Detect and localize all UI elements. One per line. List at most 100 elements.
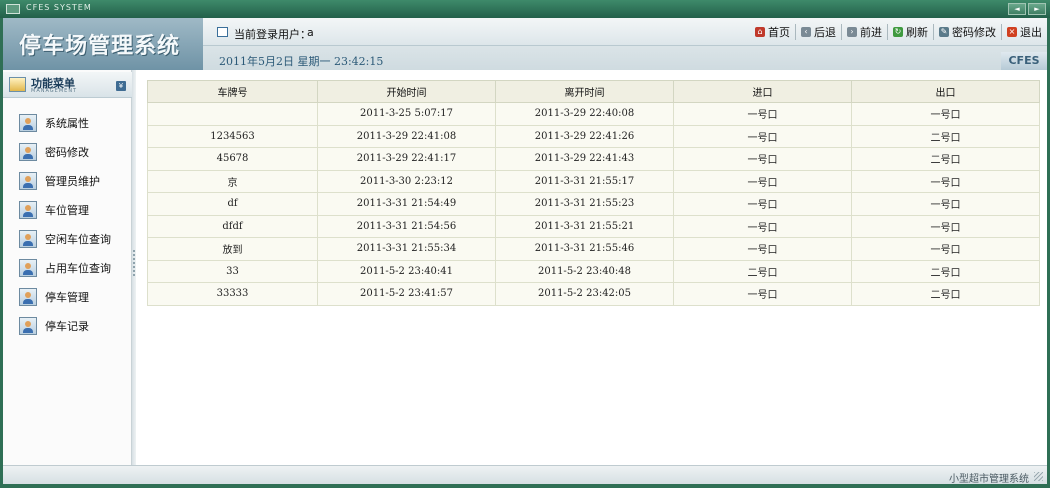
- user-icon: [19, 200, 37, 219]
- user-icon: [19, 113, 37, 132]
- table-cell: 一号口: [851, 169, 1040, 193]
- collapse-icon[interactable]: ¥: [116, 81, 126, 91]
- status-bar: 小型超市管理系统: [3, 465, 1047, 485]
- table-cell: 2011-3-30 2:23:12: [317, 169, 496, 193]
- current-user-name: a: [307, 26, 314, 39]
- parking-records-table: 车牌号 开始时间 离开时间 进口 出口 2011-3-25 5:07:17 2011-3-…: [147, 80, 1040, 306]
- window-controls: ◄ ►: [1008, 3, 1046, 15]
- top-toolbar: ⌂ 首页 ‹ 后退 › 前进 ↻ 刷新 ✎ 密码修改 × 退出: [750, 24, 1047, 40]
- prev-window-button[interactable]: ◄: [1008, 3, 1026, 15]
- table-cell: 一号口: [851, 214, 1040, 238]
- table-cell: 2011-3-31 21:55:23: [495, 192, 674, 216]
- table-cell: 2011-5-2 23:42:05: [495, 282, 674, 306]
- sidebar-item[interactable]: 车位管理: [3, 195, 132, 224]
- table-row[interactable]: 45678 2011-3-29 22:41:17 2011-3-29 22:41:4…: [147, 147, 1040, 171]
- status-text: 小型超市管理系统: [949, 474, 1029, 485]
- sidebar-item-label: 管理员维护: [45, 174, 100, 188]
- window-titlebar: CFES SYSTEM ◄ ►: [0, 0, 1050, 18]
- app-header: 停车场管理系统 当前登录用户： a ⌂ 首页 ‹ 后退 › 前进 ↻ 刷新 ✎ 密码修改 × 退出 2…: [3, 18, 1047, 70]
- user-icon: [19, 171, 37, 190]
- column-header: 离开时间: [495, 80, 674, 103]
- table-row[interactable]: 1234563 2011-3-29 22:41:08 2011-3-29 22:41…: [147, 124, 1040, 148]
- sidebar-item[interactable]: 占用车位查询: [3, 253, 132, 282]
- user-icon: [19, 316, 37, 335]
- user-icon: [19, 258, 37, 277]
- table-cell: 33: [147, 259, 318, 283]
- table-cell: 1234563: [147, 124, 318, 148]
- table-row[interactable]: 33 2011-5-2 23:40:41 2011-5-2 23:40:48 二号口二…: [147, 259, 1040, 283]
- sidebar-item[interactable]: 管理员维护: [3, 166, 132, 195]
- table-row[interactable]: 2011-3-25 5:07:17 2011-3-29 22:40:08 一号口 一号…: [147, 102, 1040, 126]
- back-icon: ‹: [801, 27, 811, 37]
- window-icon: [217, 27, 228, 37]
- table-cell: 45678: [147, 147, 318, 171]
- sidebar-item[interactable]: 系统属性: [3, 108, 132, 137]
- toolbar-edit-button[interactable]: ✎ 密码修改: [933, 24, 1001, 40]
- sidebar-item[interactable]: 空闲车位查询: [3, 224, 132, 253]
- table-row[interactable]: df 2011-3-31 21:54:49 2011-3-31 21:55:23 一号…: [147, 192, 1040, 216]
- column-header: 车牌号: [147, 80, 318, 103]
- table-cell: df: [147, 192, 318, 216]
- sidebar-item-label: 停车管理: [45, 290, 89, 304]
- sidebar-item-label: 空闲车位查询: [45, 232, 111, 246]
- table-cell: 2011-3-31 21:55:34: [317, 237, 496, 261]
- table-cell: dfdf: [147, 214, 318, 238]
- toolbar-forward-button[interactable]: › 前进: [841, 24, 887, 40]
- table-cell: 一号口: [851, 192, 1040, 216]
- sidebar-item-label: 车位管理: [45, 203, 89, 217]
- sidebar-item-label: 密码修改: [45, 145, 89, 159]
- table-row[interactable]: 33333 2011-5-2 23:41:57 2011-5-2 23:42:05 一…: [147, 282, 1040, 306]
- current-user-label: 当前登录用户：: [234, 28, 311, 41]
- table-cell: 一号口: [673, 124, 852, 148]
- table-cell: 2011-3-29 22:41:43: [495, 147, 674, 171]
- table-row[interactable]: dfdf 2011-3-31 21:54:56 2011-3-31 21:55:21…: [147, 214, 1040, 238]
- table-body: 2011-3-25 5:07:17 2011-3-29 22:40:08 一号口 一号…: [147, 102, 1040, 306]
- toolbar-refresh-button[interactable]: ↻ 刷新: [887, 24, 933, 40]
- toolbar-label: 首页: [768, 26, 790, 39]
- sidebar-item[interactable]: 密码修改: [3, 137, 132, 166]
- splitter-grip[interactable]: [133, 250, 135, 276]
- home-icon: ⌂: [755, 27, 765, 37]
- table-cell: 一号口: [851, 102, 1040, 126]
- table-cell: 2011-3-25 5:07:17: [317, 102, 496, 126]
- table-cell: 2011-5-2 23:41:57: [317, 282, 496, 306]
- app-logo: 停车场管理系统: [19, 34, 181, 59]
- table-cell: 2011-3-31 21:54:49: [317, 192, 496, 216]
- current-datetime: 2011年5月2日 星期一 23:42:15: [219, 55, 384, 68]
- sidebar-item[interactable]: 停车记录: [3, 311, 132, 340]
- user-icon: [19, 229, 37, 248]
- table-header-row: 车牌号 开始时间 离开时间 进口 出口: [147, 80, 1040, 103]
- menu-subtitle: MANAGEMENT: [31, 88, 78, 94]
- user-icon: [19, 142, 37, 161]
- sidebar-item[interactable]: 停车管理: [3, 282, 132, 311]
- user-bar: 当前登录用户： a ⌂ 首页 ‹ 后退 › 前进 ↻ 刷新 ✎ 密码修改 × 退出: [203, 18, 1047, 46]
- toolbar-label: 退出: [1020, 26, 1042, 39]
- table-row[interactable]: 放到 2011-3-31 21:55:34 2011-3-31 21:55:46 一号…: [147, 237, 1040, 261]
- main-content: 车牌号 开始时间 离开时间 进口 出口 2011-3-25 5:07:17 2011-3-…: [136, 70, 1047, 465]
- date-bar: 2011年5月2日 星期一 23:42:15 CFES: [203, 47, 1047, 70]
- table-cell: 一号口: [673, 102, 852, 126]
- table-cell: 二号口: [851, 124, 1040, 148]
- table-cell: 二号口: [851, 282, 1040, 306]
- sidebar-item-label: 系统属性: [45, 116, 89, 130]
- toolbar-label: 后退: [814, 26, 836, 39]
- forward-icon: ›: [847, 27, 857, 37]
- table-cell: 2011-3-29 22:41:26: [495, 124, 674, 148]
- toolbar-home-button[interactable]: ⌂ 首页: [750, 24, 795, 40]
- next-window-button[interactable]: ►: [1028, 3, 1046, 15]
- table-cell: 2011-5-2 23:40:48: [495, 259, 674, 283]
- table-cell: 一号口: [673, 147, 852, 171]
- user-icon: [19, 287, 37, 306]
- table-row[interactable]: 京 2011-3-30 2:23:12 2011-3-31 21:55:17 一号口一…: [147, 169, 1040, 193]
- toolbar-back-button[interactable]: ‹ 后退: [795, 24, 841, 40]
- menu-header: 功能菜单 MANAGEMENT ¥: [3, 72, 132, 98]
- toolbar-label: 前进: [860, 26, 882, 39]
- table-cell: 2011-3-31 21:55:46: [495, 237, 674, 261]
- toolbar-exit-button[interactable]: × 退出: [1001, 24, 1047, 40]
- table-cell: 一号口: [851, 237, 1040, 261]
- resize-grip-icon[interactable]: [1034, 472, 1043, 481]
- menu-list: 系统属性密码修改管理员维护车位管理空闲车位查询占用车位查询停车管理停车记录: [3, 108, 132, 340]
- column-header: 出口: [851, 80, 1040, 103]
- table-cell: 2011-3-29 22:40:08: [495, 102, 674, 126]
- table-cell: 京: [147, 169, 318, 193]
